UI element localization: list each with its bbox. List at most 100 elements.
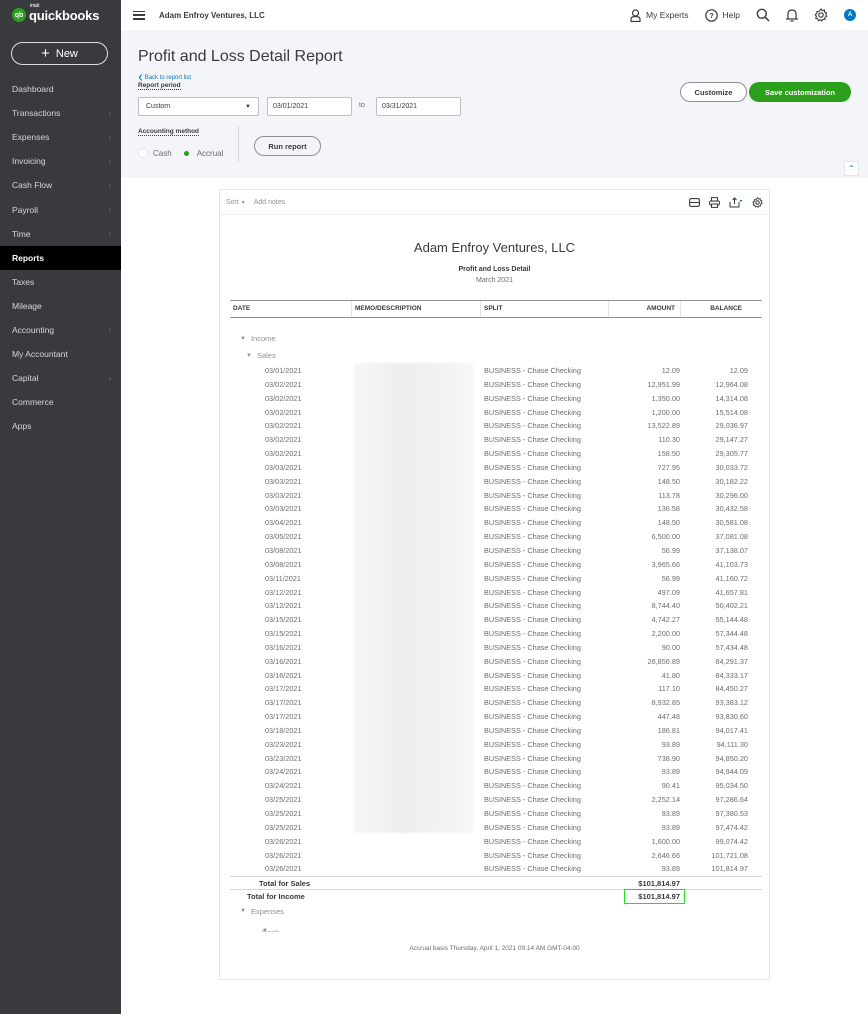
table-row[interactable]: 03/26/2021 BUSINESS - Chase Checking 1,600… xyxy=(230,835,762,849)
cell-amount[interactable]: 90.00 xyxy=(662,643,680,652)
sidebar-item-accounting[interactable]: Accounting › xyxy=(0,318,121,342)
bell-icon[interactable] xyxy=(786,8,798,22)
table-row[interactable]: 03/26/2021 BUSINESS - Chase Checking 93.89… xyxy=(230,862,762,876)
cell-amount[interactable]: 8,932.85 xyxy=(652,698,680,707)
table-row[interactable]: 03/25/2021 BUSINESS - Chase Checking 2,252… xyxy=(230,793,762,807)
table-row[interactable]: 03/02/2021 BUSINESS - Chase Checking 13,52… xyxy=(230,419,762,433)
table-row[interactable]: 03/24/2021 BUSINESS - Chase Checking 93.89… xyxy=(230,765,762,779)
cash-radio[interactable] xyxy=(138,148,148,158)
cell-amount[interactable]: 56.99 xyxy=(662,574,680,583)
add-notes-link[interactable]: Add notes xyxy=(254,199,286,206)
cell-amount[interactable]: 148.50 xyxy=(658,518,680,527)
table-row[interactable]: 03/03/2021 BUSINESS - Chase Checking 113.7… xyxy=(230,489,762,503)
table-row[interactable]: 03/12/2021 BUSINESS - Chase Checking 497.0… xyxy=(230,586,762,600)
sidebar-item-taxes[interactable]: Taxes xyxy=(0,270,121,294)
table-row[interactable]: 03/03/2021 BUSINESS - Chase Checking 148.5… xyxy=(230,475,762,489)
menu-icon[interactable] xyxy=(133,10,145,20)
quickbooks-logo[interactable]: qb intuit quickbooks xyxy=(0,0,121,30)
cell-amount[interactable]: 12,951.99 xyxy=(648,380,680,389)
table-row[interactable]: 03/23/2021 BUSINESS - Chase Checking 93.89… xyxy=(230,738,762,752)
sidebar-item-cash-flow[interactable]: Cash Flow › xyxy=(0,173,121,197)
cell-amount[interactable]: 4,742.27 xyxy=(652,615,680,624)
cell-amount[interactable]: 90.41 xyxy=(662,781,680,790)
table-row[interactable]: 03/18/2021 BUSINESS - Chase Checking 186.8… xyxy=(230,724,762,738)
sidebar-item-apps[interactable]: Apps xyxy=(0,414,121,438)
group-bank-charges[interactable]: ▼Bank Charges & Fees xyxy=(230,918,762,932)
cell-amount[interactable]: 117.10 xyxy=(658,684,680,693)
sidebar-item-commerce[interactable]: Commerce xyxy=(0,390,121,414)
table-row[interactable]: 03/02/2021 BUSINESS - Chase Checking 158.5… xyxy=(230,447,762,461)
report-settings-gear-icon[interactable] xyxy=(752,196,763,208)
sidebar-item-mileage[interactable]: Mileage xyxy=(0,294,121,318)
col-header-balance[interactable]: BALANCE xyxy=(710,305,742,312)
table-row[interactable]: 03/15/2021 BUSINESS - Chase Checking 4,742… xyxy=(230,613,762,627)
table-row[interactable]: 03/24/2021 BUSINESS - Chase Checking 90.41… xyxy=(230,779,762,793)
table-row[interactable]: 03/23/2021 BUSINESS - Chase Checking 738.9… xyxy=(230,752,762,766)
sidebar-item-transactions[interactable]: Transactions › xyxy=(0,101,121,125)
cell-amount[interactable]: 41.80 xyxy=(662,671,680,680)
my-experts-link[interactable]: My Experts xyxy=(630,8,689,22)
table-row[interactable]: 03/17/2021 BUSINESS - Chase Checking 447.4… xyxy=(230,710,762,724)
back-to-report-list-link[interactable]: ❮ Back to report list xyxy=(138,74,191,81)
table-row[interactable]: 03/16/2021 BUSINESS - Chase Checking 41.80… xyxy=(230,669,762,683)
cell-amount[interactable]: 1,600.00 xyxy=(652,837,680,846)
new-button[interactable]: + New xyxy=(11,42,108,65)
sidebar-item-expenses[interactable]: Expenses › xyxy=(0,125,121,149)
date-from-input[interactable] xyxy=(267,97,352,116)
cell-amount[interactable]: 447.48 xyxy=(658,712,680,721)
cell-amount[interactable]: 738.90 xyxy=(658,754,680,763)
date-to-input[interactable] xyxy=(376,97,461,116)
sidebar-item-time[interactable]: Time › xyxy=(0,222,121,246)
cell-amount[interactable]: 727.95 xyxy=(658,463,680,472)
col-header-date[interactable]: DATE xyxy=(233,305,250,312)
sidebar-item-reports[interactable]: Reports xyxy=(0,245,121,270)
email-icon[interactable] xyxy=(689,197,700,207)
group-expenses[interactable]: ▼ Expenses xyxy=(230,904,762,918)
cell-amount[interactable]: 12.09 xyxy=(662,366,680,375)
table-row[interactable]: 03/26/2021 BUSINESS - Chase Checking 2,646… xyxy=(230,849,762,863)
export-icon[interactable] xyxy=(729,196,743,208)
table-row[interactable]: 03/17/2021 BUSINESS - Chase Checking 8,932… xyxy=(230,696,762,710)
cell-amount[interactable]: 186.81 xyxy=(658,726,680,735)
cell-amount[interactable]: 1,350.00 xyxy=(652,394,680,403)
accrual-radio[interactable] xyxy=(182,148,192,158)
table-row[interactable]: 03/02/2021 BUSINESS - Chase Checking 110.3… xyxy=(230,433,762,447)
sidebar-item-capital[interactable]: Capital › xyxy=(0,366,121,390)
gear-icon[interactable] xyxy=(814,8,828,22)
table-row[interactable]: 03/05/2021 BUSINESS - Chase Checking 6,500… xyxy=(230,530,762,544)
total-sales-value[interactable]: $101,814.97 xyxy=(638,879,680,888)
cell-amount[interactable]: 26,856.89 xyxy=(648,657,680,666)
cell-amount[interactable]: 8,744.40 xyxy=(652,601,680,610)
table-row[interactable]: 03/15/2021 BUSINESS - Chase Checking 2,200… xyxy=(230,627,762,641)
avatar[interactable]: A xyxy=(844,9,856,21)
cell-amount[interactable]: 93.89 xyxy=(662,864,680,873)
table-row[interactable]: 03/02/2021 BUSINESS - Chase Checking 12,95… xyxy=(230,378,762,392)
table-row[interactable]: 03/16/2021 BUSINESS - Chase Checking 90.00… xyxy=(230,641,762,655)
cell-amount[interactable]: 158.50 xyxy=(658,449,680,458)
help-link[interactable]: ? Help xyxy=(704,8,740,22)
collapse-header-button[interactable]: ⌃ xyxy=(844,161,859,176)
group-income[interactable]: ▼ Income xyxy=(230,330,762,347)
total-for-sales-row[interactable]: Total for Sales $101,814.97 xyxy=(230,876,762,891)
cell-amount[interactable]: 56.99 xyxy=(662,546,680,555)
cell-amount[interactable]: 497.09 xyxy=(658,588,680,597)
cell-amount[interactable]: 6,500.00 xyxy=(652,532,680,541)
cell-amount[interactable]: 1,200.00 xyxy=(652,408,680,417)
col-header-amount[interactable]: AMOUNT xyxy=(646,305,675,312)
table-row[interactable]: 03/01/2021 BUSINESS - Chase Checking 12.09… xyxy=(230,364,762,378)
cell-amount[interactable]: 110.30 xyxy=(658,435,680,444)
sidebar-item-payroll[interactable]: Payroll › xyxy=(0,197,121,221)
col-header-memo[interactable]: MEMO/DESCRIPTION xyxy=(355,305,421,312)
search-icon[interactable] xyxy=(756,8,770,22)
cell-amount[interactable]: 3,965.66 xyxy=(652,560,680,569)
print-icon[interactable] xyxy=(709,196,720,208)
cell-amount[interactable]: 13,522.89 xyxy=(648,421,680,430)
table-row[interactable]: 03/08/2021 BUSINESS - Chase Checking 3,965… xyxy=(230,558,762,572)
total-for-income-row[interactable]: Total for Income $101,814.97 xyxy=(230,889,762,905)
cell-amount[interactable]: 113.78 xyxy=(658,491,680,500)
table-row[interactable]: 03/02/2021 BUSINESS - Chase Checking 1,350… xyxy=(230,392,762,406)
table-row[interactable]: 03/08/2021 BUSINESS - Chase Checking 56.99… xyxy=(230,544,762,558)
table-row[interactable]: 03/03/2021 BUSINESS - Chase Checking 136.5… xyxy=(230,502,762,516)
table-row[interactable]: 03/25/2021 BUSINESS - Chase Checking 93.89… xyxy=(230,821,762,835)
table-row[interactable]: 03/16/2021 BUSINESS - Chase Checking 26,85… xyxy=(230,655,762,669)
